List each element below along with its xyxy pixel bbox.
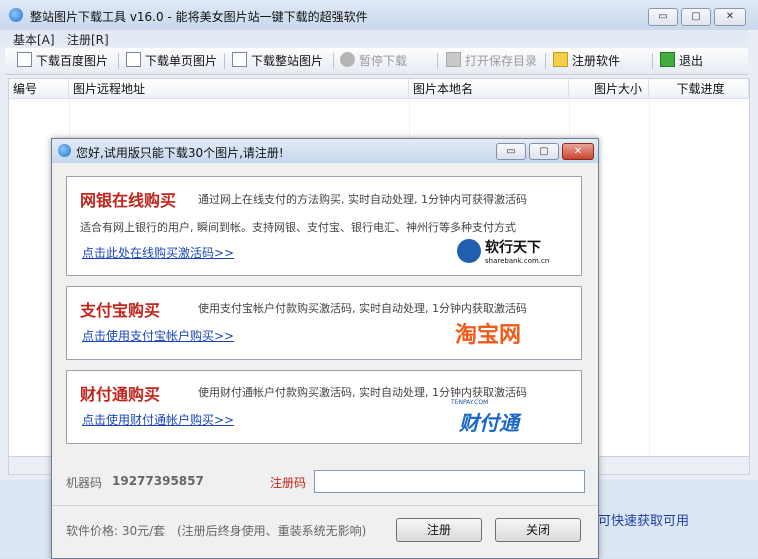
panel-online-bank-desc2: 适合有网上银行的用户, 瞬间到帐。支持网银、支付宝、银行电汇、神州行等多种支付方…	[80, 221, 516, 234]
tenpay-logo-text: 财付通	[459, 411, 519, 435]
taobao-logo: 淘宝网	[455, 323, 522, 348]
maximize-button[interactable]: ▢	[681, 8, 711, 26]
tenpay-logo: TENPAY.COM 财付通	[449, 399, 559, 437]
minimize-button[interactable]: ▭	[648, 8, 678, 26]
close-button[interactable]: ✕	[714, 8, 746, 26]
dialog-app-icon	[58, 144, 71, 157]
panel-online-bank: 网银在线购买 通过网上在线支付的方法购买, 实时自动处理, 1分钟内可获得激活码…	[66, 176, 582, 276]
sharebank-logo: 软行天下 sharebank.com.cn	[457, 237, 557, 269]
toolbar-separator	[224, 53, 225, 69]
toolbar-separator	[437, 53, 438, 69]
register-button[interactable]: 注册	[396, 518, 482, 542]
globe-download-icon	[17, 52, 32, 67]
panel-tenpay-desc: 使用财付通帐户付款购买激活码, 实时自动处理, 1分钟内获取激活码	[198, 386, 527, 399]
tenpay-logo-sub: TENPAY.COM	[451, 399, 489, 406]
window-title: 整站图片下载工具 v16.0 - 能将美女图片站一键下载的超强软件	[30, 10, 368, 24]
divider	[52, 505, 598, 506]
close-dialog-button[interactable]: 关闭	[495, 518, 581, 542]
menu-bar: 基本[A] 注册[R]	[0, 30, 748, 48]
download-page-button[interactable]: 下载单页图片	[126, 51, 217, 71]
price-note: (注册后终身使用、重装系统无影响)	[177, 524, 367, 538]
register-dialog: 您好,试用版只能下载30个图片,请注册! ▭ ▢ ✕ 网银在线购买 通过网上在线…	[51, 138, 599, 559]
reg-code-input[interactable]	[314, 470, 585, 493]
grid-line	[649, 99, 650, 459]
machine-code-value: 19277395857	[112, 474, 204, 488]
open-folder-button[interactable]: 打开保存目录	[446, 51, 537, 71]
exit-icon	[660, 52, 675, 67]
col-header-size[interactable]: 图片大小	[569, 79, 649, 99]
col-header-id[interactable]: 编号	[9, 79, 69, 99]
open-folder-label: 打开保存目录	[465, 54, 538, 68]
machine-code-label: 机器码	[66, 476, 103, 490]
pause-icon	[340, 52, 355, 67]
register-software-button[interactable]: 注册软件	[553, 51, 620, 71]
panel-alipay-title: 支付宝购买	[80, 301, 161, 320]
toolbar-separator	[545, 53, 546, 69]
site-icon	[232, 52, 247, 67]
toolbar-separator	[333, 53, 334, 69]
folder-icon	[446, 52, 461, 67]
dialog-minimize-button[interactable]: ▭	[496, 143, 526, 160]
dialog-maximize-button[interactable]: ▢	[529, 143, 559, 160]
sharebank-logo-text: 软行天下	[485, 240, 541, 256]
toolbar: 下载百度图片 下载单页图片 下载整站图片 暂停下载 打开保存目录 注册软件 退出	[5, 48, 748, 75]
sharebank-logo-icon	[457, 239, 481, 263]
reg-code-label: 注册码	[270, 476, 307, 490]
pause-download-label: 暂停下载	[359, 54, 408, 68]
tenpay-buy-link[interactable]: 点击使用财付通帐户购买>>	[82, 411, 234, 428]
col-header-local-name[interactable]: 图片本地名	[409, 79, 569, 99]
price-label: 软件价格: 30元/套	[66, 524, 166, 538]
app-icon	[9, 8, 23, 22]
sharebank-logo-sub: sharebank.com.cn	[485, 257, 550, 265]
status-text: 可快速获取可用	[598, 514, 690, 529]
col-header-remote-url[interactable]: 图片远程地址	[69, 79, 409, 99]
alipay-buy-link[interactable]: 点击使用支付宝帐户购买>>	[82, 327, 234, 344]
online-bank-buy-link[interactable]: 点击此处在线购买激活码>>	[82, 244, 234, 261]
panel-online-bank-title: 网银在线购买	[80, 191, 177, 210]
panel-tenpay: 财付通购买 使用财付通帐户付款购买激活码, 实时自动处理, 1分钟内获取激活码 …	[66, 370, 582, 444]
dialog-title: 您好,试用版只能下载30个图片,请注册!	[76, 146, 284, 160]
title-bar: 整站图片下载工具 v16.0 - 能将美女图片站一键下载的超强软件 ▭ ▢ ✕	[0, 0, 758, 30]
register-icon	[553, 52, 568, 67]
pause-download-button[interactable]: 暂停下载	[340, 51, 407, 71]
panel-alipay: 支付宝购买 使用支付宝帐户付款购买激活码, 实时自动处理, 1分钟内获取激活码 …	[66, 286, 582, 360]
exit-button[interactable]: 退出	[660, 51, 703, 71]
panel-tenpay-title: 财付通购买	[80, 385, 161, 404]
dialog-close-button[interactable]: ✕	[562, 143, 594, 160]
panel-online-bank-desc: 通过网上在线支付的方法购买, 实时自动处理, 1分钟内可获得激活码	[198, 193, 527, 206]
download-baidu-label: 下载百度图片	[36, 54, 109, 68]
dialog-title-bar: 您好,试用版只能下载30个图片,请注册! ▭ ▢ ✕	[52, 139, 598, 163]
menu-register[interactable]: 注册[R]	[67, 31, 109, 48]
panel-alipay-desc: 使用支付宝帐户付款购买激活码, 实时自动处理, 1分钟内获取激活码	[198, 302, 527, 315]
exit-label: 退出	[679, 54, 704, 68]
col-header-progress[interactable]: 下载进度	[649, 79, 749, 99]
page-icon	[126, 52, 141, 67]
download-site-label: 下载整站图片	[251, 54, 324, 68]
register-software-label: 注册软件	[572, 54, 621, 68]
download-baidu-button[interactable]: 下载百度图片	[17, 51, 108, 71]
toolbar-separator	[118, 53, 119, 69]
menu-basic[interactable]: 基本[A]	[13, 31, 55, 48]
download-site-button[interactable]: 下载整站图片	[232, 51, 323, 71]
toolbar-separator	[652, 53, 653, 69]
download-page-label: 下载单页图片	[145, 54, 218, 68]
